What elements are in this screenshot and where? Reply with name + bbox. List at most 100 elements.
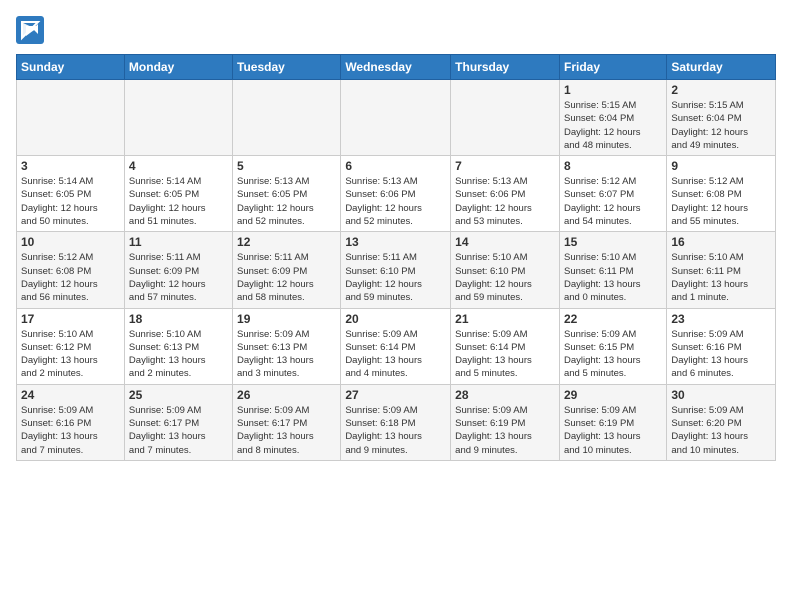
calendar-week-row: 24 Sunrise: 5:09 AM Sunset: 6:16 PM Dayli… [17, 384, 776, 460]
calendar-table: SundayMondayTuesdayWednesdayThursdayFrid… [16, 54, 776, 461]
calendar-day-cell: 27 Sunrise: 5:09 AM Sunset: 6:18 PM Dayli… [341, 384, 451, 460]
day-number: 10 [21, 235, 120, 249]
calendar-day-cell: 26 Sunrise: 5:09 AM Sunset: 6:17 PM Dayli… [233, 384, 341, 460]
day-number: 30 [671, 388, 771, 402]
day-info: Sunrise: 5:09 AM Sunset: 6:17 PM Dayligh… [237, 404, 336, 457]
day-info: Sunrise: 5:09 AM Sunset: 6:14 PM Dayligh… [455, 328, 555, 381]
day-number: 25 [129, 388, 228, 402]
calendar-day-cell: 2 Sunrise: 5:15 AM Sunset: 6:04 PM Daylig… [667, 80, 776, 156]
day-info: Sunrise: 5:10 AM Sunset: 6:10 PM Dayligh… [455, 251, 555, 304]
day-info: Sunrise: 5:15 AM Sunset: 6:04 PM Dayligh… [671, 99, 771, 152]
day-of-week-header: Friday [559, 55, 666, 80]
calendar-day-cell: 9 Sunrise: 5:12 AM Sunset: 6:08 PM Daylig… [667, 156, 776, 232]
calendar-day-cell: 17 Sunrise: 5:10 AM Sunset: 6:12 PM Dayli… [17, 308, 125, 384]
day-number: 4 [129, 159, 228, 173]
calendar-day-cell: 14 Sunrise: 5:10 AM Sunset: 6:10 PM Dayli… [451, 232, 560, 308]
calendar-day-cell: 11Sunrise: 5:11 AM Sunset: 6:09 PM Dayli… [124, 232, 232, 308]
day-info: Sunrise: 5:10 AM Sunset: 6:13 PM Dayligh… [129, 328, 228, 381]
day-info: Sunrise: 5:13 AM Sunset: 6:06 PM Dayligh… [345, 175, 446, 228]
day-number: 1 [564, 83, 662, 97]
day-info: Sunrise: 5:09 AM Sunset: 6:18 PM Dayligh… [345, 404, 446, 457]
day-info: Sunrise: 5:09 AM Sunset: 6:13 PM Dayligh… [237, 328, 336, 381]
day-number: 8 [564, 159, 662, 173]
day-number: 24 [21, 388, 120, 402]
calendar-header-row: SundayMondayTuesdayWednesdayThursdayFrid… [17, 55, 776, 80]
calendar-day-cell: 19 Sunrise: 5:09 AM Sunset: 6:13 PM Dayli… [233, 308, 341, 384]
calendar-day-cell: 29 Sunrise: 5:09 AM Sunset: 6:19 PM Dayli… [559, 384, 666, 460]
day-number: 15 [564, 235, 662, 249]
calendar-week-row: 17 Sunrise: 5:10 AM Sunset: 6:12 PM Dayli… [17, 308, 776, 384]
calendar-day-cell [124, 80, 232, 156]
day-number: 7 [455, 159, 555, 173]
day-info: Sunrise: 5:10 AM Sunset: 6:12 PM Dayligh… [21, 328, 120, 381]
day-number: 6 [345, 159, 446, 173]
day-of-week-header: Monday [124, 55, 232, 80]
day-number: 28 [455, 388, 555, 402]
day-number: 27 [345, 388, 446, 402]
day-info: Sunrise: 5:15 AM Sunset: 6:04 PM Dayligh… [564, 99, 662, 152]
calendar-day-cell: 20 Sunrise: 5:09 AM Sunset: 6:14 PM Dayli… [341, 308, 451, 384]
calendar-day-cell: 30 Sunrise: 5:09 AM Sunset: 6:20 PM Dayli… [667, 384, 776, 460]
day-info: Sunrise: 5:14 AM Sunset: 6:05 PM Dayligh… [21, 175, 120, 228]
calendar-day-cell: 23 Sunrise: 5:09 AM Sunset: 6:16 PM Dayli… [667, 308, 776, 384]
day-number: 17 [21, 312, 120, 326]
day-of-week-header: Thursday [451, 55, 560, 80]
day-number: 19 [237, 312, 336, 326]
calendar-day-cell: 8 Sunrise: 5:12 AM Sunset: 6:07 PM Daylig… [559, 156, 666, 232]
calendar-day-cell: 22Sunrise: 5:09 AM Sunset: 6:15 PM Dayli… [559, 308, 666, 384]
day-info: Sunrise: 5:13 AM Sunset: 6:06 PM Dayligh… [455, 175, 555, 228]
day-number: 13 [345, 235, 446, 249]
calendar-week-row: 1 Sunrise: 5:15 AM Sunset: 6:04 PM Daylig… [17, 80, 776, 156]
calendar-day-cell: 7 Sunrise: 5:13 AM Sunset: 6:06 PM Daylig… [451, 156, 560, 232]
day-info: Sunrise: 5:12 AM Sunset: 6:08 PM Dayligh… [671, 175, 771, 228]
calendar-day-cell: 6 Sunrise: 5:13 AM Sunset: 6:06 PM Daylig… [341, 156, 451, 232]
calendar-day-cell: 4Sunrise: 5:14 AM Sunset: 6:05 PM Daylig… [124, 156, 232, 232]
calendar-day-cell: 15 Sunrise: 5:10 AM Sunset: 6:11 PM Dayli… [559, 232, 666, 308]
day-of-week-header: Tuesday [233, 55, 341, 80]
calendar-day-cell [451, 80, 560, 156]
calendar-day-cell: 12 Sunrise: 5:11 AM Sunset: 6:09 PM Dayli… [233, 232, 341, 308]
day-number: 12 [237, 235, 336, 249]
day-info: Sunrise: 5:10 AM Sunset: 6:11 PM Dayligh… [564, 251, 662, 304]
page-header [16, 16, 776, 44]
day-number: 2 [671, 83, 771, 97]
day-of-week-header: Saturday [667, 55, 776, 80]
calendar-day-cell [341, 80, 451, 156]
day-info: Sunrise: 5:13 AM Sunset: 6:05 PM Dayligh… [237, 175, 336, 228]
day-info: Sunrise: 5:09 AM Sunset: 6:19 PM Dayligh… [455, 404, 555, 457]
calendar-day-cell: 5 Sunrise: 5:13 AM Sunset: 6:05 PM Daylig… [233, 156, 341, 232]
calendar-week-row: 10Sunrise: 5:12 AM Sunset: 6:08 PM Dayli… [17, 232, 776, 308]
day-info: Sunrise: 5:09 AM Sunset: 6:14 PM Dayligh… [345, 328, 446, 381]
day-info: Sunrise: 5:11 AM Sunset: 6:09 PM Dayligh… [237, 251, 336, 304]
day-info: Sunrise: 5:11 AM Sunset: 6:10 PM Dayligh… [345, 251, 446, 304]
calendar-day-cell: 3Sunrise: 5:14 AM Sunset: 6:05 PM Daylig… [17, 156, 125, 232]
day-number: 20 [345, 312, 446, 326]
calendar-day-cell: 24 Sunrise: 5:09 AM Sunset: 6:16 PM Dayli… [17, 384, 125, 460]
day-of-week-header: Sunday [17, 55, 125, 80]
logo-icon [16, 16, 44, 44]
day-info: Sunrise: 5:09 AM Sunset: 6:20 PM Dayligh… [671, 404, 771, 457]
day-number: 14 [455, 235, 555, 249]
calendar-day-cell [233, 80, 341, 156]
day-info: Sunrise: 5:10 AM Sunset: 6:11 PM Dayligh… [671, 251, 771, 304]
day-info: Sunrise: 5:09 AM Sunset: 6:17 PM Dayligh… [129, 404, 228, 457]
day-of-week-header: Wednesday [341, 55, 451, 80]
day-number: 5 [237, 159, 336, 173]
day-number: 9 [671, 159, 771, 173]
calendar-day-cell: 28 Sunrise: 5:09 AM Sunset: 6:19 PM Dayli… [451, 384, 560, 460]
day-number: 22 [564, 312, 662, 326]
day-info: Sunrise: 5:09 AM Sunset: 6:19 PM Dayligh… [564, 404, 662, 457]
day-info: Sunrise: 5:09 AM Sunset: 6:16 PM Dayligh… [21, 404, 120, 457]
calendar-day-cell: 25 Sunrise: 5:09 AM Sunset: 6:17 PM Dayli… [124, 384, 232, 460]
calendar-week-row: 3Sunrise: 5:14 AM Sunset: 6:05 PM Daylig… [17, 156, 776, 232]
calendar-day-cell: 10Sunrise: 5:12 AM Sunset: 6:08 PM Dayli… [17, 232, 125, 308]
day-info: Sunrise: 5:12 AM Sunset: 6:07 PM Dayligh… [564, 175, 662, 228]
day-info: Sunrise: 5:11 AM Sunset: 6:09 PM Dayligh… [129, 251, 228, 304]
day-info: Sunrise: 5:09 AM Sunset: 6:16 PM Dayligh… [671, 328, 771, 381]
day-number: 29 [564, 388, 662, 402]
day-number: 23 [671, 312, 771, 326]
calendar-day-cell: 21Sunrise: 5:09 AM Sunset: 6:14 PM Dayli… [451, 308, 560, 384]
logo [16, 16, 48, 44]
day-number: 16 [671, 235, 771, 249]
day-number: 26 [237, 388, 336, 402]
